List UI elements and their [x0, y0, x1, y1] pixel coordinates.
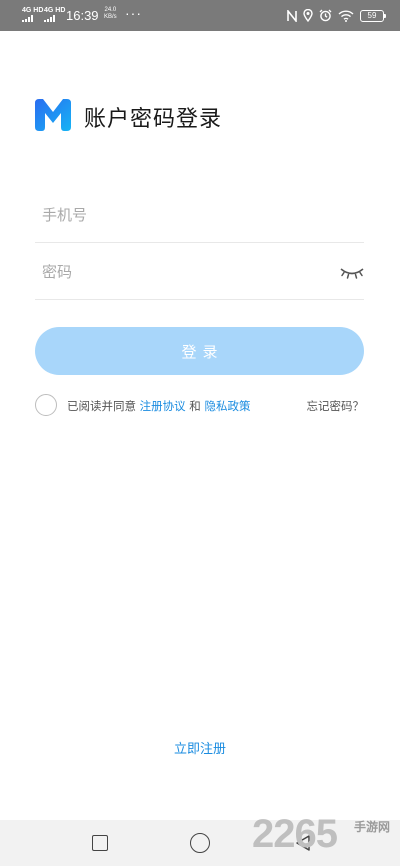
- clock: 16:39: [66, 8, 99, 23]
- recent-apps-icon[interactable]: [92, 835, 108, 851]
- terms-link[interactable]: 注册协议: [140, 399, 186, 413]
- network-type-1: 4G HD: [22, 7, 44, 14]
- network-speed-value: 24.0: [104, 7, 117, 13]
- more-notifications-icon: ···: [125, 5, 142, 21]
- forgot-password-link[interactable]: 忘记密码？: [307, 398, 365, 414]
- network-speed: 24.0 KB/s: [104, 7, 117, 21]
- signal-icon-1: [22, 15, 33, 22]
- network-speed-unit: KB/s: [104, 14, 117, 20]
- app-logo-icon: [35, 99, 71, 131]
- agreement-checkbox[interactable]: [35, 394, 57, 416]
- register-link[interactable]: 立即注册: [174, 742, 226, 757]
- agreement-prefix: 已阅读并同意: [67, 399, 140, 413]
- signal-icon-2: [44, 15, 55, 22]
- alarm-icon: [319, 9, 332, 22]
- privacy-link[interactable]: 隐私政策: [204, 399, 250, 413]
- watermark-number: 2265: [252, 812, 338, 856]
- battery-icon: 59: [360, 9, 386, 22]
- network-type-2: 4G HD: [44, 7, 66, 14]
- wifi-icon: [338, 9, 354, 22]
- watermark-text: 手游网: [354, 820, 391, 834]
- status-icons: 59: [287, 7, 386, 24]
- home-icon[interactable]: [190, 833, 210, 853]
- status-bar: 4G HD 4G HD 16:39 24.0 KB/s ··· 59: [0, 0, 400, 31]
- watermark: 2265 手游网: [252, 812, 400, 862]
- login-button[interactable]: 登录: [35, 327, 364, 375]
- nfc-icon: [287, 9, 297, 22]
- register-row: 立即注册: [0, 738, 400, 757]
- page-title: 账户密码登录: [84, 107, 223, 132]
- location-icon: [303, 9, 313, 22]
- agreement-text: 已阅读并同意 注册协议 和 隐私政策: [67, 398, 250, 414]
- phone-field: [35, 187, 364, 243]
- password-field: [35, 244, 364, 300]
- phone-input[interactable]: [42, 187, 332, 243]
- agreement-and: 和: [185, 399, 205, 413]
- eye-closed-icon[interactable]: [340, 263, 364, 281]
- password-input[interactable]: [42, 244, 332, 300]
